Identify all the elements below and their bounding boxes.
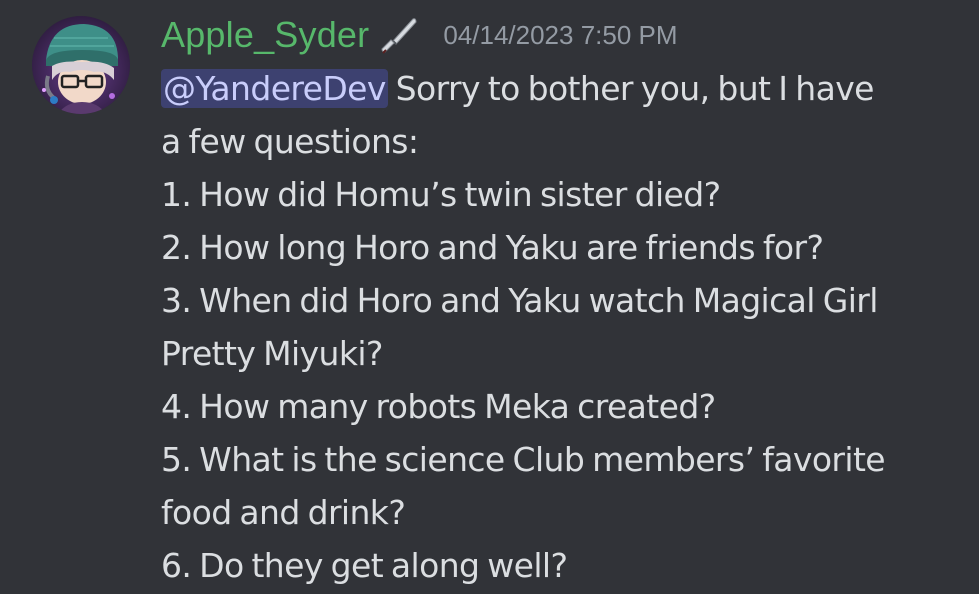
message-line: 6. Do they get along well? xyxy=(161,546,568,585)
knife-icon xyxy=(379,15,419,55)
message-content: @YandereDev Sorry to bother you, but I h… xyxy=(161,62,973,592)
message-line: 1. How did Homu’s twin sister died? xyxy=(161,175,721,214)
message-timestamp: 04/14/2023 7:50 PM xyxy=(443,19,678,50)
message-line: @YandereDev Sorry to bother you, but I h… xyxy=(161,62,973,115)
message-line: a few questions: xyxy=(161,122,419,161)
user-mention[interactable]: @YandereDev xyxy=(161,69,388,108)
avatar-image xyxy=(32,16,130,114)
message-line: food and drink? xyxy=(161,493,406,532)
message-header: Apple_Syder 04/14/2023 7:50 PM xyxy=(161,10,678,60)
chat-message: Apple_Syder 04/14/2023 7:50 PM @YandereD… xyxy=(0,0,979,594)
message-line: 2. How long Horo and Yaku are friends fo… xyxy=(161,228,824,267)
user-avatar[interactable] xyxy=(32,16,130,114)
message-line: Pretty Miyuki? xyxy=(161,334,383,373)
message-line: 3. When did Horo and Yaku watch Magical … xyxy=(161,281,878,320)
message-line: 4. How many robots Meka created? xyxy=(161,387,716,426)
author-username[interactable]: Apple_Syder xyxy=(161,14,369,56)
message-text: Sorry to bother you, but I have xyxy=(387,69,875,108)
message-line: 5. What is the science Club members’ fav… xyxy=(161,440,886,479)
